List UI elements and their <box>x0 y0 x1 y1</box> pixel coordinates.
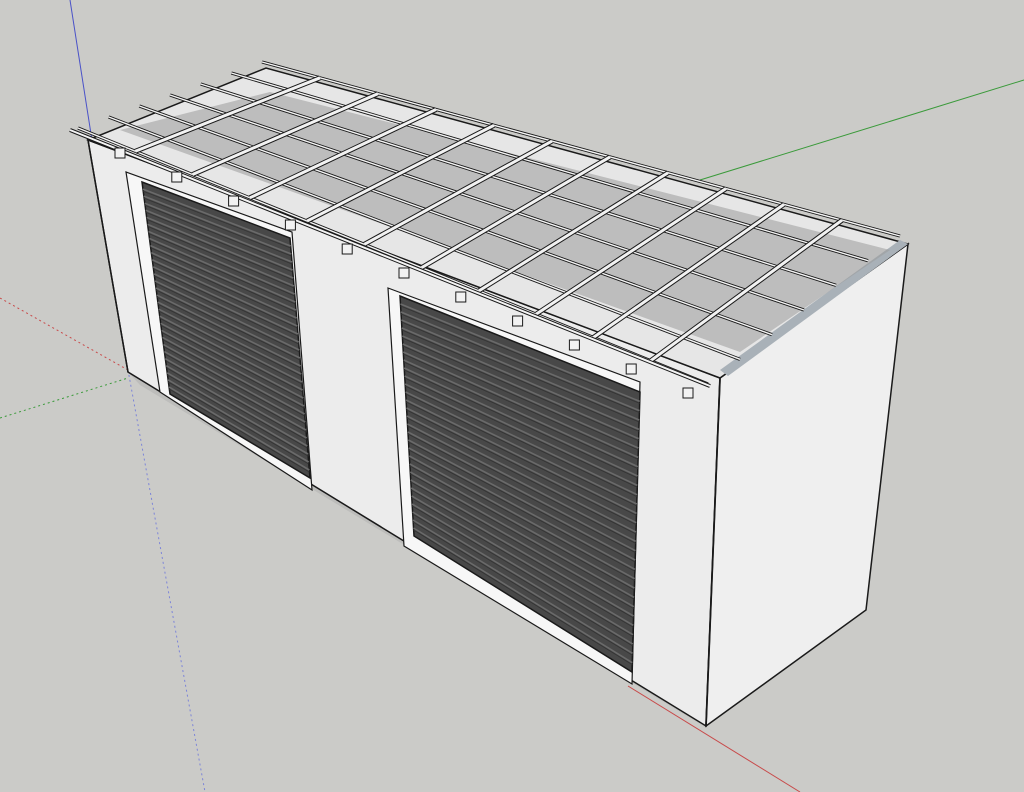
red-axis-upper <box>0 297 129 371</box>
purlin-bracket <box>625 363 637 375</box>
purlin-bracket <box>228 195 240 207</box>
purlin-bracket <box>114 147 126 159</box>
purlin-bracket <box>568 339 580 351</box>
purlin-bracket <box>682 387 694 399</box>
purlin-bracket <box>398 267 410 279</box>
purlin-bracket <box>341 243 353 255</box>
purlin-bracket <box>512 315 524 327</box>
modeling-viewport[interactable] <box>0 0 1024 792</box>
green-axis-upper <box>699 79 1024 181</box>
purlin-bracket <box>171 171 183 183</box>
purlin-bracket <box>284 219 296 231</box>
green-axis-lower <box>0 377 129 419</box>
purlin-bracket <box>455 291 467 303</box>
scene-svg <box>0 0 1024 792</box>
blue-axis-lower <box>127 369 206 792</box>
